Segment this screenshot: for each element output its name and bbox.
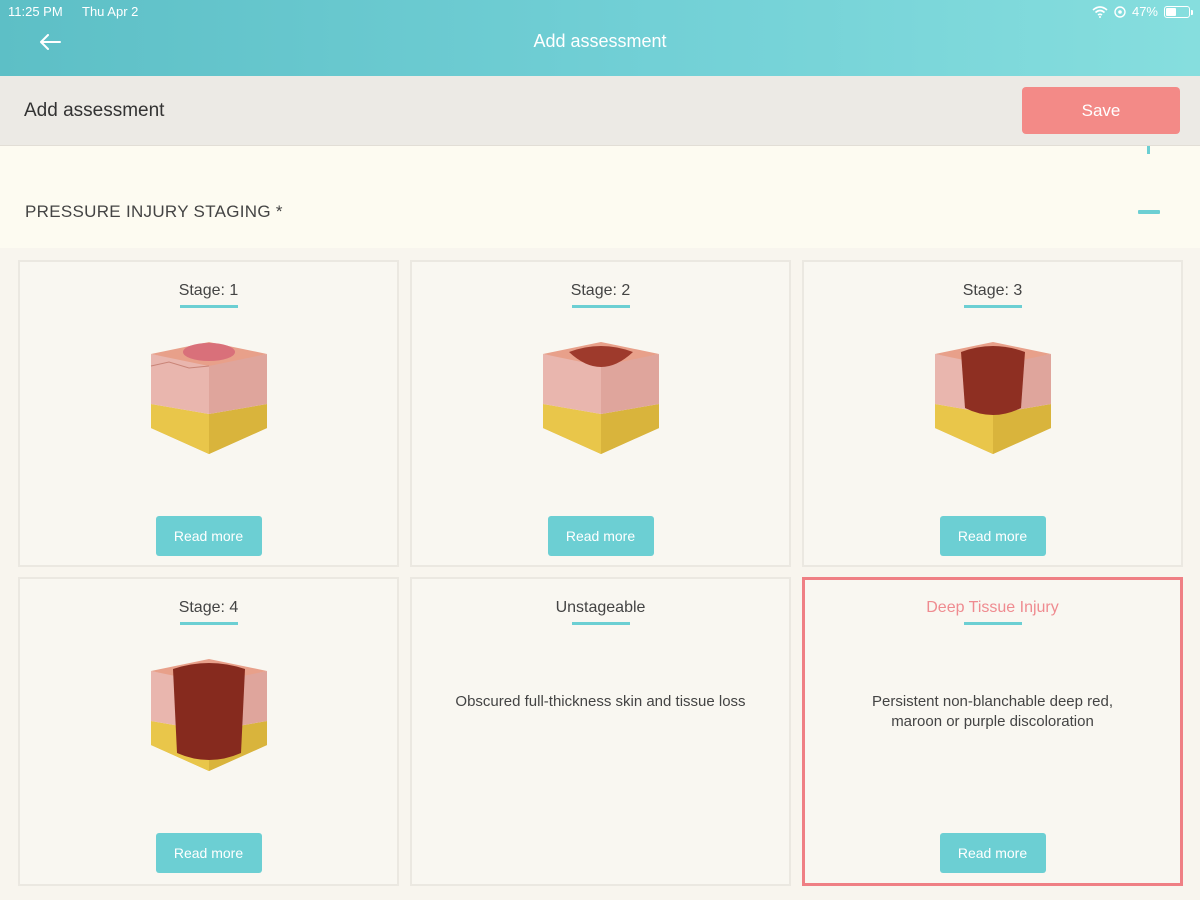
read-more-button[interactable]: Read more [939, 516, 1046, 556]
section-title: PRESSURE INJURY STAGING * [25, 202, 283, 221]
stage-3-wound-illustration [934, 342, 1051, 454]
card-title: Stage: 3 [962, 282, 1023, 299]
section-header[interactable]: PRESSURE INJURY STAGING * [0, 146, 1200, 248]
status-date: Thu Apr 2 [82, 4, 139, 19]
title-underline [963, 622, 1022, 625]
card-title: Stage: 2 [570, 282, 631, 299]
stage-3-card[interactable]: Stage: 3 Read more [802, 260, 1183, 567]
title-underline [179, 622, 238, 625]
battery-fill [1166, 7, 1177, 16]
page-title: Add assessment [24, 100, 165, 121]
title-underline [571, 305, 630, 308]
card-title: Deep Tissue Injury [926, 599, 1059, 616]
title-underline [963, 305, 1022, 308]
stage-2-card[interactable]: Stage: 2 Read more [410, 260, 791, 567]
wifi-icon [1092, 5, 1108, 18]
read-more-button[interactable]: Read more [155, 833, 262, 873]
battery-percent: 47% [1131, 4, 1158, 19]
card-description: Persistent non-blanchable deep red, maro… [825, 692, 1160, 733]
deep-tissue-injury-card[interactable]: Deep Tissue Injury Persistent non-blanch… [802, 577, 1183, 886]
stage-4-wound-illustration [150, 659, 267, 771]
stage-1-card[interactable]: Stage: 1 Read more [18, 260, 399, 567]
card-title: Stage: 4 [178, 599, 239, 616]
description-line: maroon or purple discoloration [891, 713, 1094, 731]
title-underline [571, 622, 630, 625]
nav-title: Add assessment [533, 31, 667, 51]
page-header: Add assessment Save [0, 76, 1200, 146]
navigation-bar: 11:25 PM Thu Apr 2 47% Add assessment [0, 0, 1200, 76]
save-button[interactable]: Save [1022, 87, 1180, 134]
read-more-button[interactable]: Read more [547, 516, 654, 556]
unstageable-card[interactable]: Unstageable Obscured full-thickness skin… [410, 577, 791, 886]
read-more-button[interactable]: Read more [155, 516, 262, 556]
description-line: Persistent non-blanchable deep red, [872, 693, 1113, 710]
stage-4-card[interactable]: Stage: 4 Read more [18, 577, 399, 886]
status-indicators: 47% [1092, 4, 1193, 19]
scroll-indicator [1147, 146, 1150, 154]
location-lock-icon [1114, 5, 1126, 18]
title-underline [179, 305, 238, 308]
collapse-icon[interactable] [1138, 210, 1160, 214]
read-more-button[interactable]: Read more [939, 833, 1046, 873]
card-description: Obscured full-thickness skin and tissue … [455, 693, 746, 710]
card-title: Unstageable [555, 599, 646, 616]
stage-2-wound-illustration [542, 342, 659, 454]
card-title: Stage: 1 [178, 282, 239, 299]
stage-1-wound-illustration [150, 342, 267, 454]
status-time: 11:25 PM [8, 4, 63, 19]
battery-icon [1164, 5, 1193, 18]
